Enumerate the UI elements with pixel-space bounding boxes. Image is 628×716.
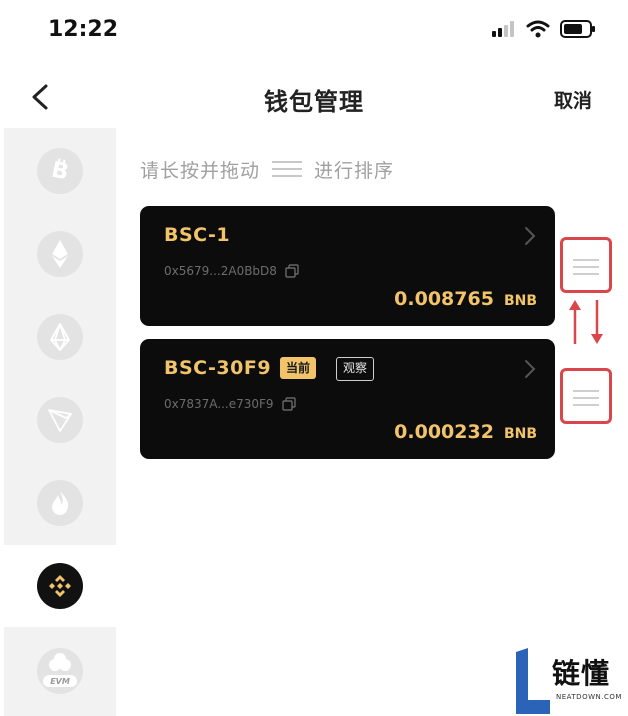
wallet-address: 0x5679...2A0BbD8 xyxy=(164,264,299,278)
balance-value: 0.000232 xyxy=(394,421,494,443)
evm-icon xyxy=(43,653,77,687)
status-bar: 12:22 xyxy=(0,0,628,60)
nav-bar: 钱包管理 取消 xyxy=(0,70,628,124)
sidebar-item-heco[interactable] xyxy=(4,462,116,544)
wallet-name: BSC-30F9 xyxy=(164,357,272,379)
sidebar-item-ethereum[interactable] xyxy=(4,213,116,295)
page-title: 钱包管理 xyxy=(264,88,364,116)
brand-name: 链懂 xyxy=(552,657,611,690)
wallet-balance: 0.008765 BNB xyxy=(394,288,537,310)
balance-unit: BNB xyxy=(503,426,537,442)
cellular-signal-icon xyxy=(492,21,514,37)
drag-handle[interactable] xyxy=(560,237,612,293)
heco-flame-icon xyxy=(52,491,69,515)
wallet-name: BSC-1 xyxy=(164,224,231,246)
sort-hint-suffix: 进行排序 xyxy=(314,159,395,182)
sidebar-item-bnb[interactable] xyxy=(4,545,116,627)
battery-icon xyxy=(560,20,595,38)
sort-hint-prefix: 请长按并拖动 xyxy=(140,159,261,182)
chain-sidebar: B EVM xyxy=(4,128,116,716)
balance-value: 0.008765 xyxy=(394,288,494,310)
chevron-right-icon xyxy=(525,227,536,245)
wifi-icon xyxy=(526,20,550,38)
wallet-address-text: 0x5679...2A0BbD8 xyxy=(164,264,277,278)
sidebar-item-evm[interactable]: EVM xyxy=(4,630,116,712)
balance-unit: BNB xyxy=(503,293,537,309)
cancel-button[interactable]: 取消 xyxy=(554,86,592,113)
drag-lines-icon xyxy=(272,156,303,182)
wallet-card[interactable]: BSC-1 0x5679...2A0BbD8 0.008765 BNB xyxy=(140,206,555,326)
tron-icon xyxy=(48,409,72,432)
sidebar-item-bitcoin[interactable]: B xyxy=(4,130,116,212)
sort-hint: 请长按并拖动 进行排序 xyxy=(140,154,394,184)
eos-icon xyxy=(50,323,70,351)
chevron-right-icon xyxy=(525,360,536,378)
current-badge: 当前 xyxy=(280,357,317,379)
swap-arrows-icon xyxy=(569,300,603,344)
brand-domain: NEATDOWN.COM xyxy=(556,693,622,701)
bitcoin-icon: B xyxy=(49,158,71,185)
ethereum-icon xyxy=(52,240,68,268)
drag-handle[interactable] xyxy=(560,368,612,424)
wallet-address: 0x7837A...e730F9 xyxy=(164,397,296,411)
watch-badge: 观察 xyxy=(336,357,375,381)
status-time: 12:22 xyxy=(48,17,119,42)
copy-icon[interactable] xyxy=(285,264,299,278)
evm-label: EVM xyxy=(50,677,70,686)
wallet-card[interactable]: BSC-30F9 当前 观察 0x7837A...e730F9 0.000232… xyxy=(140,339,555,459)
bnb-icon xyxy=(49,575,71,597)
sidebar-item-eos[interactable] xyxy=(4,296,116,378)
sidebar-item-tron[interactable] xyxy=(4,379,116,461)
wallet-balance: 0.000232 BNB xyxy=(394,421,537,443)
status-icons xyxy=(492,20,596,38)
wallet-address-text: 0x7837A...e730F9 xyxy=(164,397,274,411)
copy-icon[interactable] xyxy=(281,397,296,411)
